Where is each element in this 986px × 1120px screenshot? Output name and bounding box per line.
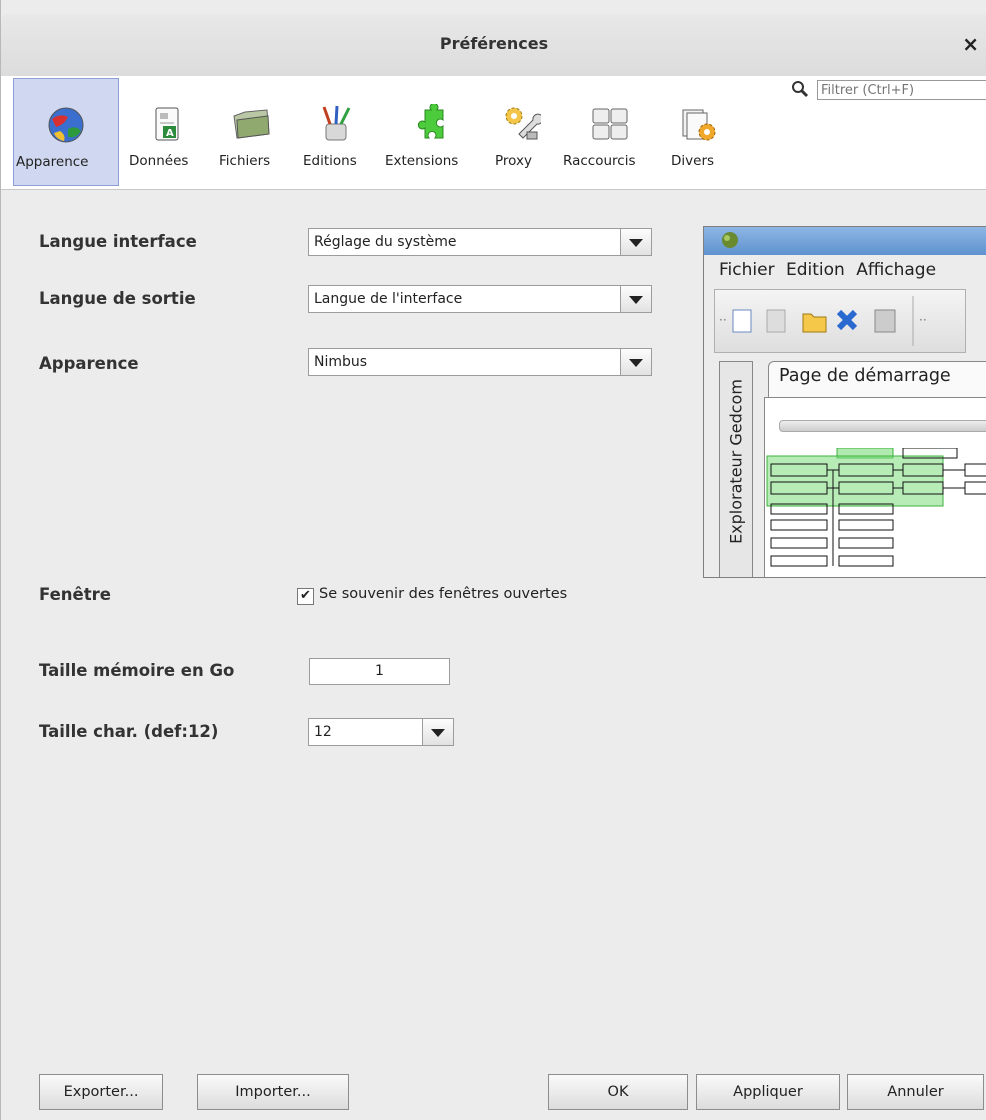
svg-text:··: ·· bbox=[919, 313, 927, 327]
apparence-value: Nimbus bbox=[314, 354, 368, 370]
tab-donnees-label: Données bbox=[129, 153, 189, 169]
filter-input[interactable] bbox=[817, 80, 986, 100]
globe-icon bbox=[48, 107, 84, 143]
tab-extensions[interactable]: Extensions bbox=[383, 78, 483, 186]
memoire-input[interactable]: 1 bbox=[309, 658, 450, 685]
tab-apparence[interactable]: Apparence bbox=[13, 78, 119, 186]
preview-family-tree bbox=[766, 448, 986, 567]
tab-divers[interactable]: Divers bbox=[667, 78, 729, 186]
preview-title-bar bbox=[704, 227, 986, 255]
preview-toolbar-icons: ·· ·· bbox=[719, 296, 927, 346]
memoire-label: Taille mémoire en Go bbox=[39, 661, 235, 680]
tab-divers-label: Divers bbox=[671, 153, 715, 169]
ok-button[interactable]: OK bbox=[548, 1074, 688, 1110]
paint-brushes-icon bbox=[322, 105, 351, 141]
svg-text:··: ·· bbox=[719, 313, 727, 327]
cancel-button[interactable]: Annuler bbox=[847, 1074, 984, 1110]
preview-menu-bar: Fichier Edition Affichage bbox=[719, 260, 942, 280]
puzzle-icon bbox=[417, 104, 444, 139]
tab-editions[interactable]: Editions bbox=[299, 78, 373, 186]
preview-tab: Page de démarrage bbox=[768, 361, 986, 397]
apply-button[interactable]: Appliquer bbox=[696, 1074, 840, 1110]
langue-sortie-value: Langue de l'interface bbox=[314, 291, 463, 307]
char-size-value: 12 bbox=[314, 724, 332, 740]
window-title: Préférences bbox=[439, 34, 549, 53]
search-icon bbox=[792, 81, 809, 98]
tab-proxy[interactable]: Proxy bbox=[491, 78, 551, 186]
char-size-select[interactable]: 12 bbox=[308, 718, 454, 746]
export-button[interactable]: Exporter... bbox=[39, 1074, 163, 1110]
title-bar: Préférences × bbox=[1, 14, 986, 77]
import-button[interactable]: Importer... bbox=[197, 1074, 349, 1110]
preview-side-tab: Explorateur Gedcom bbox=[719, 361, 753, 577]
preview-menu-fichier: Fichier bbox=[719, 260, 775, 280]
tab-donnees[interactable]: A Données bbox=[127, 78, 207, 186]
chevron-down-icon[interactable] bbox=[620, 229, 651, 255]
langue-interface-label: Langue interface bbox=[39, 232, 197, 251]
folder-icon bbox=[233, 109, 270, 139]
preview-side-tab-label: Explorateur Gedcom bbox=[726, 379, 746, 544]
preferences-window: Préférences × Apparence A Données Fichie… bbox=[0, 0, 986, 1120]
tab-apparence-label: Apparence bbox=[16, 154, 89, 170]
char-size-label: Taille char. (def:12) bbox=[39, 722, 219, 741]
langue-interface-value: Réglage du système bbox=[314, 234, 457, 250]
preview-menu-edition: Edition bbox=[785, 260, 845, 280]
tab-fichiers[interactable]: Fichiers bbox=[215, 78, 287, 186]
apparence-label: Apparence bbox=[39, 354, 139, 373]
remember-windows-checkbox[interactable]: ✔ bbox=[297, 588, 314, 605]
chevron-down-icon[interactable] bbox=[620, 349, 651, 375]
preview-tree-area bbox=[764, 397, 986, 577]
document-icon: A bbox=[155, 107, 179, 141]
tab-fichiers-label: Fichiers bbox=[219, 153, 271, 169]
fenetre-label: Fenêtre bbox=[39, 585, 111, 604]
keyboard-keys-icon bbox=[592, 108, 628, 140]
tab-raccourcis-label: Raccourcis bbox=[563, 153, 636, 169]
svg-text:A: A bbox=[166, 128, 174, 139]
chevron-down-icon[interactable] bbox=[422, 719, 453, 745]
apparence-select[interactable]: Nimbus bbox=[308, 348, 652, 376]
chevron-down-icon[interactable] bbox=[620, 286, 651, 312]
preview-scrollbar bbox=[779, 420, 986, 432]
tab-extensions-label: Extensions bbox=[385, 153, 459, 169]
tab-proxy-label: Proxy bbox=[495, 153, 532, 169]
preview-menu-affichage: Affichage bbox=[856, 260, 937, 280]
tab-editions-label: Editions bbox=[303, 153, 357, 169]
langue-interface-select[interactable]: Réglage du système bbox=[308, 228, 652, 256]
category-toolbar: Apparence A Données Fichiers Editions Ex… bbox=[1, 76, 986, 190]
appearance-preview: Fichier Edition Affichage ·· ·· Explorat… bbox=[703, 226, 986, 578]
langue-sortie-label: Langue de sortie bbox=[39, 289, 196, 308]
gears-wrench-icon bbox=[505, 107, 541, 140]
close-icon[interactable]: × bbox=[962, 32, 979, 56]
papers-gear-icon bbox=[682, 109, 716, 141]
langue-sortie-select[interactable]: Langue de l'interface bbox=[308, 285, 652, 313]
tab-raccourcis[interactable]: Raccourcis bbox=[559, 78, 661, 186]
app-logo-icon bbox=[722, 232, 738, 248]
remember-windows-label[interactable]: Se souvenir des fenêtres ouvertes bbox=[319, 586, 567, 602]
preview-toolbar: ·· ·· bbox=[714, 289, 966, 353]
